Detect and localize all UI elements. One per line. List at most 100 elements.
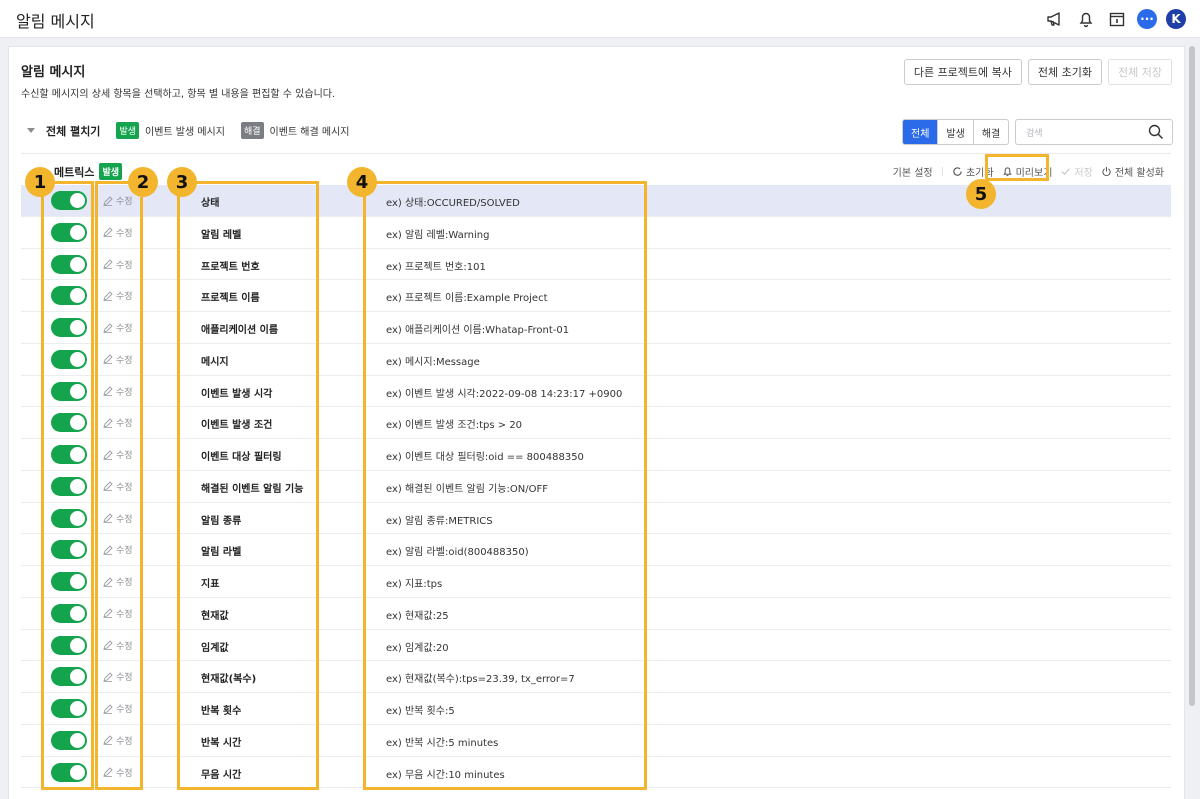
table-row[interactable]: 수정 무음 시간 ex) 무음 시간:10 minutes [21, 757, 1171, 789]
table-row[interactable]: 수정 알림 레벨 ex) 알림 레벨:Warning [21, 217, 1171, 249]
edit-button[interactable]: 수정 [103, 258, 133, 271]
enable-toggle[interactable] [51, 572, 87, 591]
enable-toggle[interactable] [51, 699, 87, 718]
page-description: 수신할 메시지의 상세 항목을 선택하고, 항목 별 내용을 편집할 수 있습니… [21, 89, 336, 100]
save-all-button[interactable]: 전체 저장 [1108, 59, 1172, 85]
edit-button[interactable]: 수정 [103, 416, 133, 429]
edit-button[interactable]: 수정 [103, 321, 133, 334]
table-row[interactable]: 수정 해결된 이벤트 알림 기능 ex) 해결된 이벤트 알림 기능:ON/OFF [21, 471, 1171, 503]
pencil-icon [103, 386, 113, 396]
chat-icon[interactable]: ··· [1137, 9, 1157, 29]
page-title: 알림 메시지 [21, 65, 86, 80]
edit-button[interactable]: 수정 [103, 194, 133, 207]
enable-toggle[interactable] [51, 635, 87, 655]
field-example: ex) 지표:tps [386, 579, 443, 590]
search-input[interactable]: 검색 [1015, 119, 1173, 145]
field-name: 프로젝트 이름 [201, 293, 260, 305]
pencil-icon [103, 259, 113, 269]
tab-all[interactable]: 전체 [903, 120, 939, 144]
table-row[interactable]: 수정 현재값(복수) ex) 현재값(복수):tps=23.39, tx_error… [21, 661, 1171, 693]
table-row[interactable]: 수정 현재값 ex) 현재값:25 [21, 598, 1171, 630]
pencil-icon [103, 767, 113, 777]
expand-all-toggle[interactable]: 전체 펼치기 [46, 123, 100, 139]
table-row[interactable]: 수정 알림 종류 ex) 알림 종류:METRICS [21, 503, 1171, 535]
enable-toggle[interactable] [51, 349, 87, 369]
enable-toggle[interactable] [51, 476, 87, 496]
enable-toggle[interactable] [51, 222, 87, 242]
megaphone-icon[interactable] [1044, 8, 1066, 30]
chevron-down-icon[interactable] [27, 128, 35, 133]
occur-legend: 이벤트 발생 메시지 [145, 127, 225, 138]
enable-toggle[interactable] [51, 445, 87, 464]
tab-solve[interactable]: 해결 [974, 120, 1008, 144]
enable-toggle[interactable] [51, 603, 87, 623]
table-row[interactable]: 수정 프로젝트 이름 ex) 프로젝트 이름:Example Project [21, 280, 1171, 312]
scrollbar[interactable] [1189, 46, 1195, 706]
edit-button[interactable]: 수정 [103, 448, 133, 461]
save-button[interactable]: 저장 [1060, 164, 1093, 179]
edit-button[interactable]: 수정 [103, 480, 133, 493]
enable-toggle[interactable] [51, 318, 87, 337]
field-example: ex) 반복 시간:5 minutes [386, 737, 499, 749]
preview-button[interactable]: 미리보기 [1002, 164, 1052, 179]
reset-button[interactable]: 초기화 [952, 164, 994, 179]
table-row[interactable]: 수정 메시지 ex) 메시지:Message [21, 344, 1171, 376]
edit-button[interactable]: 수정 [103, 702, 133, 715]
table-row[interactable]: 수정 알림 라벨 ex) 알림 라벨:oid(800488350) [21, 534, 1171, 566]
edit-button[interactable]: 수정 [103, 385, 133, 398]
field-example: ex) 이벤트 발생 조건:tps > 20 [386, 420, 523, 432]
edit-button[interactable]: 수정 [103, 226, 133, 239]
enable-toggle[interactable] [51, 540, 87, 560]
edit-label: 수정 [116, 482, 133, 493]
edit-button[interactable]: 수정 [103, 289, 133, 302]
edit-button[interactable]: 수정 [103, 607, 133, 620]
avatar[interactable]: K [1166, 9, 1186, 29]
section-badge: 발생 [99, 163, 123, 180]
pencil-icon [103, 735, 113, 746]
enable-toggle[interactable] [51, 191, 87, 210]
field-example: ex) 해결된 이벤트 알림 기능:ON/OFF [386, 483, 548, 495]
edit-label: 수정 [116, 260, 133, 271]
field-example: ex) 이벤트 발생 시각:2022-09-08 14:23:17 +0900 [386, 388, 623, 400]
edit-button[interactable]: 수정 [103, 734, 133, 747]
edit-button[interactable]: 수정 [103, 353, 133, 366]
edit-button[interactable]: 수정 [103, 543, 133, 556]
table-row[interactable]: 수정 애플리케이션 이름 ex) 애플리케이션 이름:Whatap-Front-01 [21, 312, 1171, 344]
activate-all-button[interactable]: 전체 활성화 [1101, 164, 1164, 179]
field-name: 무음 시간 [201, 769, 242, 781]
pencil-icon [103, 513, 113, 523]
edit-button[interactable]: 수정 [103, 512, 133, 525]
table-row[interactable]: 수정 이벤트 발생 조건 ex) 이벤트 발생 조건:tps > 20 [21, 407, 1171, 439]
enable-toggle[interactable] [51, 254, 87, 274]
table-row[interactable]: 수정 지표 ex) 지표:tps [21, 566, 1171, 598]
enable-toggle[interactable] [51, 730, 87, 750]
enable-toggle[interactable] [51, 762, 87, 782]
field-name: 알림 라벨 [201, 547, 242, 559]
edit-button[interactable]: 수정 [103, 670, 133, 683]
enable-toggle[interactable] [51, 286, 87, 306]
filter-tabs: 전체 발생 해결 [902, 119, 1010, 145]
bell-icon[interactable] [1075, 8, 1097, 30]
enable-toggle[interactable] [51, 413, 87, 433]
pencil-icon [103, 322, 113, 333]
reset-all-button[interactable]: 전체 초기화 [1027, 59, 1103, 85]
field-example: ex) 프로젝트 이름:Example Project [386, 293, 548, 305]
edit-button[interactable]: 수정 [103, 575, 133, 588]
search-icon[interactable] [1148, 124, 1164, 143]
enable-toggle[interactable] [51, 381, 87, 401]
enable-toggle[interactable] [51, 508, 87, 528]
tab-occur[interactable]: 발생 [938, 120, 974, 144]
table-row[interactable]: 수정 이벤트 대상 필터링 ex) 이벤트 대상 필터링:oid == 800488… [21, 439, 1171, 471]
table-row[interactable]: 수정 반복 시간 ex) 반복 시간:5 minutes [21, 725, 1171, 757]
table-row[interactable]: 수정 반복 횟수 ex) 반복 횟수:5 [21, 693, 1171, 725]
table-row[interactable]: 수정 이벤트 발생 시각 ex) 이벤트 발생 시각:2022-09-08 14:2… [21, 376, 1171, 408]
table-row[interactable]: 수정 프로젝트 번호 ex) 프로젝트 번호:101 [21, 249, 1171, 281]
edit-button[interactable]: 수정 [103, 639, 133, 652]
edit-button[interactable]: 수정 [103, 766, 133, 779]
controls-bar: 전체 펼치기 발생 이벤트 발생 메시지 해결 이벤트 해결 메시지 [27, 122, 360, 139]
copy-to-project-button[interactable]: 다른 프로젝트에 복사 [903, 59, 1022, 85]
enable-toggle[interactable] [51, 667, 87, 687]
pencil-icon [103, 227, 113, 238]
table-row[interactable]: 수정 임계값 ex) 임계값:20 [21, 630, 1171, 662]
calendar-icon[interactable] [1106, 8, 1128, 30]
